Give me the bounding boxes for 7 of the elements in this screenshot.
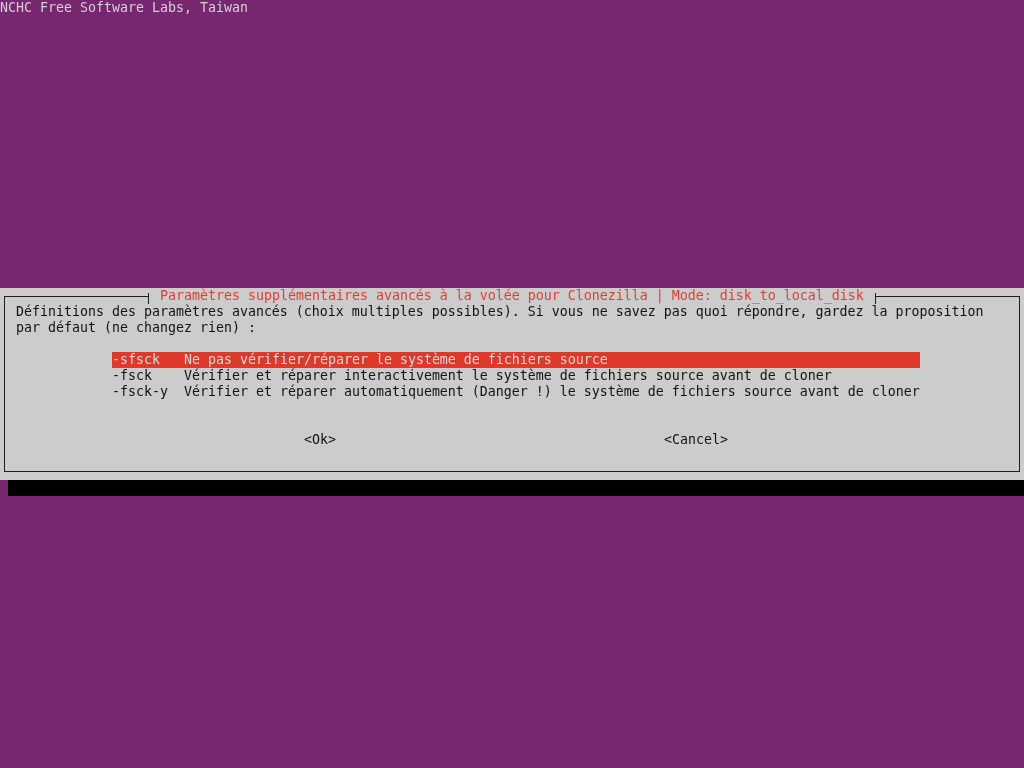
dialog-prompt: Définitions des paramètres avancés (choix multiples possibles). Si vous ne savez pas quoi répondre, gardez la proposition par défaut (ne changez rien) : xyxy=(16,304,985,336)
dialog-title: Paramètres supplémentaires avancés à la volée pour Clonezilla | Mode: disk_to_local_disk xyxy=(148,288,876,304)
cancel-button[interactable]: <Cancel> xyxy=(664,432,728,448)
menu-item[interactable]: -fsck Vérifier et réparer interactivement le système de fichiers source avant de cloner xyxy=(112,368,920,384)
menu-item[interactable]: -fsck-y Vérifier et réparer automatiquement (Danger !) le système de fichiers source avant de cloner xyxy=(112,384,920,400)
ok-button[interactable]: <Ok> xyxy=(304,432,336,448)
header-text: NCHC Free Software Labs, Taiwan xyxy=(0,0,248,16)
